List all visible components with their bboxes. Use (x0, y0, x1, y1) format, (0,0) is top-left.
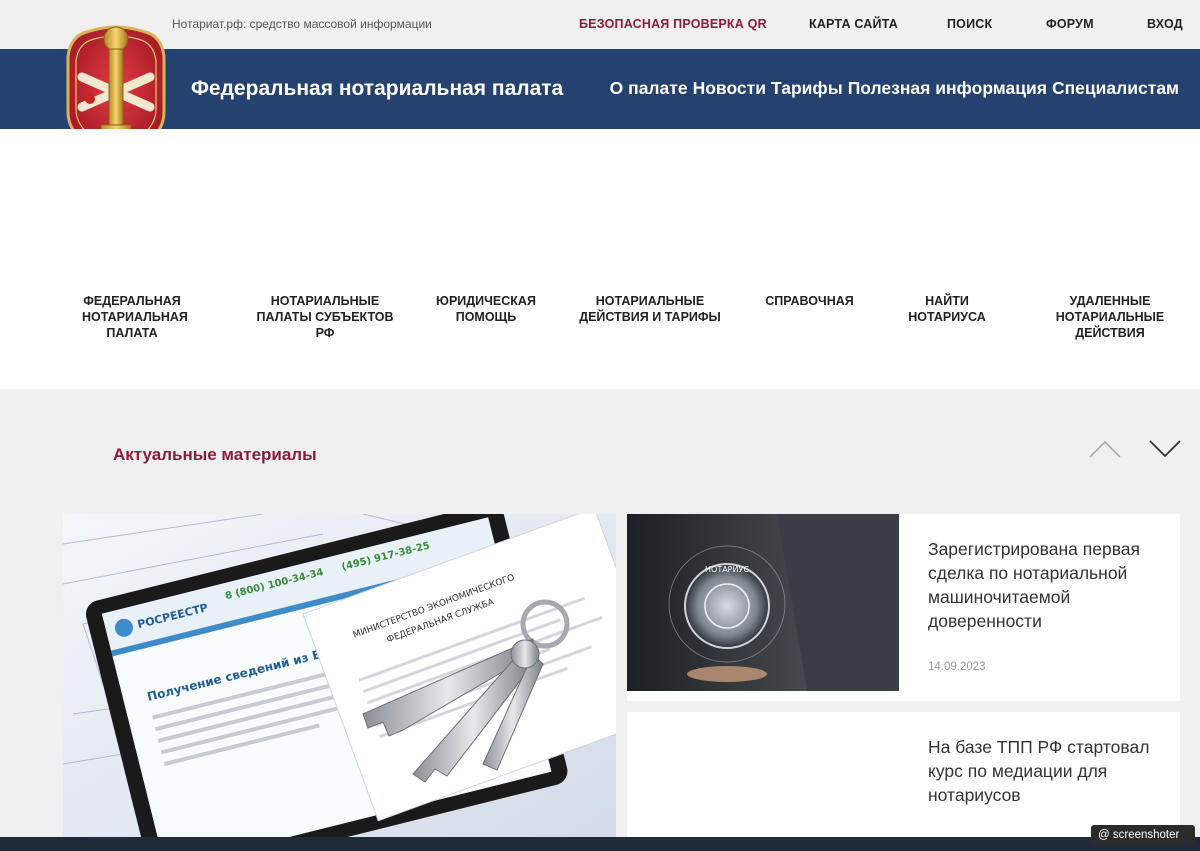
news-thumbnail: НОТАРИУС (627, 514, 899, 691)
os-taskbar (0, 837, 1200, 851)
cat-reference[interactable]: СПРАВОЧНАЯ (762, 293, 857, 309)
cat-notarial-actions[interactable]: НОТАРИАЛЬНЫЕ ДЕЙСТВИЯ И ТАРИФЫ (578, 293, 722, 325)
cat-regional-chambers[interactable]: НОТАРИАЛЬНЫЕ ПАЛАТЫ СУБЪЕКТОВ РФ (250, 293, 400, 341)
media-notice: Нотариат.рф: средство массовой информаци… (172, 17, 432, 31)
cat-remote-actions[interactable]: УДАЛЕННЫЕ НОТАРИАЛЬНЫЕ ДЕЙСТВИЯ (1055, 293, 1165, 341)
main-header: Федеральная нотариальная палата О палате… (0, 49, 1200, 129)
cat-legal-help[interactable]: ЮРИДИЧЕСКАЯ ПОМОЩЬ (432, 293, 540, 325)
login-link[interactable]: ВХОД (1147, 17, 1183, 31)
news-title[interactable]: На базе ТПП РФ стартовал курс по медиаци… (928, 735, 1160, 807)
arrow-up-icon[interactable] (1088, 438, 1122, 460)
top-utility-bar: Нотариат.рф: средство массовой информаци… (0, 0, 1200, 49)
forum-link[interactable]: ФОРУМ (1046, 17, 1094, 31)
news-card[interactable]: НОТАРИУС Зарегистрирована первая сделка … (627, 514, 1180, 701)
news-card[interactable]: На базе ТПП РФ стартовал курс по медиаци… (627, 712, 1180, 837)
coin-text: НОТАРИУС (705, 565, 749, 574)
site-title[interactable]: Федеральная нотариальная палата (191, 77, 563, 101)
news-date: 14.09.2023 (928, 661, 986, 673)
screenshoter-badge[interactable]: @ screenshoter (1091, 825, 1195, 845)
featured-material-image[interactable]: РОСРЕЕСТР 8 (800) 100-34-34 (495) 917-38… (63, 514, 616, 844)
search-link[interactable]: ПОИСК (947, 17, 992, 31)
nav-specialists[interactable]: Специалистам (1052, 78, 1179, 99)
materials-title: Актуальные материалы (113, 445, 317, 464)
nav-tariffs[interactable]: Тарифы (771, 78, 843, 99)
news-title[interactable]: Зарегистрирована первая сделка по нотари… (928, 537, 1160, 633)
sitemap-link[interactable]: КАРТА САЙТА (809, 17, 898, 31)
nav-news[interactable]: Новости (693, 78, 766, 99)
qr-check-link[interactable]: БЕЗОПАСНАЯ ПРОВЕРКА QR (579, 17, 767, 31)
main-nav: О палате Новости Тарифы Полезная информа… (610, 78, 1179, 99)
nav-about[interactable]: О палате (610, 78, 688, 99)
cat-find-notary[interactable]: НАЙТИ НОТАРИУСА (902, 293, 992, 325)
arrow-down-icon[interactable] (1148, 438, 1182, 460)
cat-federal-chamber[interactable]: ФЕДЕРАЛЬНАЯ НОТАРИАЛЬНАЯ ПАЛАТА (82, 293, 188, 341)
categories-section: ФЕДЕРАЛЬНАЯ НОТАРИАЛЬНАЯ ПАЛАТА НОТАРИАЛЬН… (0, 129, 1200, 389)
nav-useful-info[interactable]: Полезная информация (848, 78, 1047, 99)
